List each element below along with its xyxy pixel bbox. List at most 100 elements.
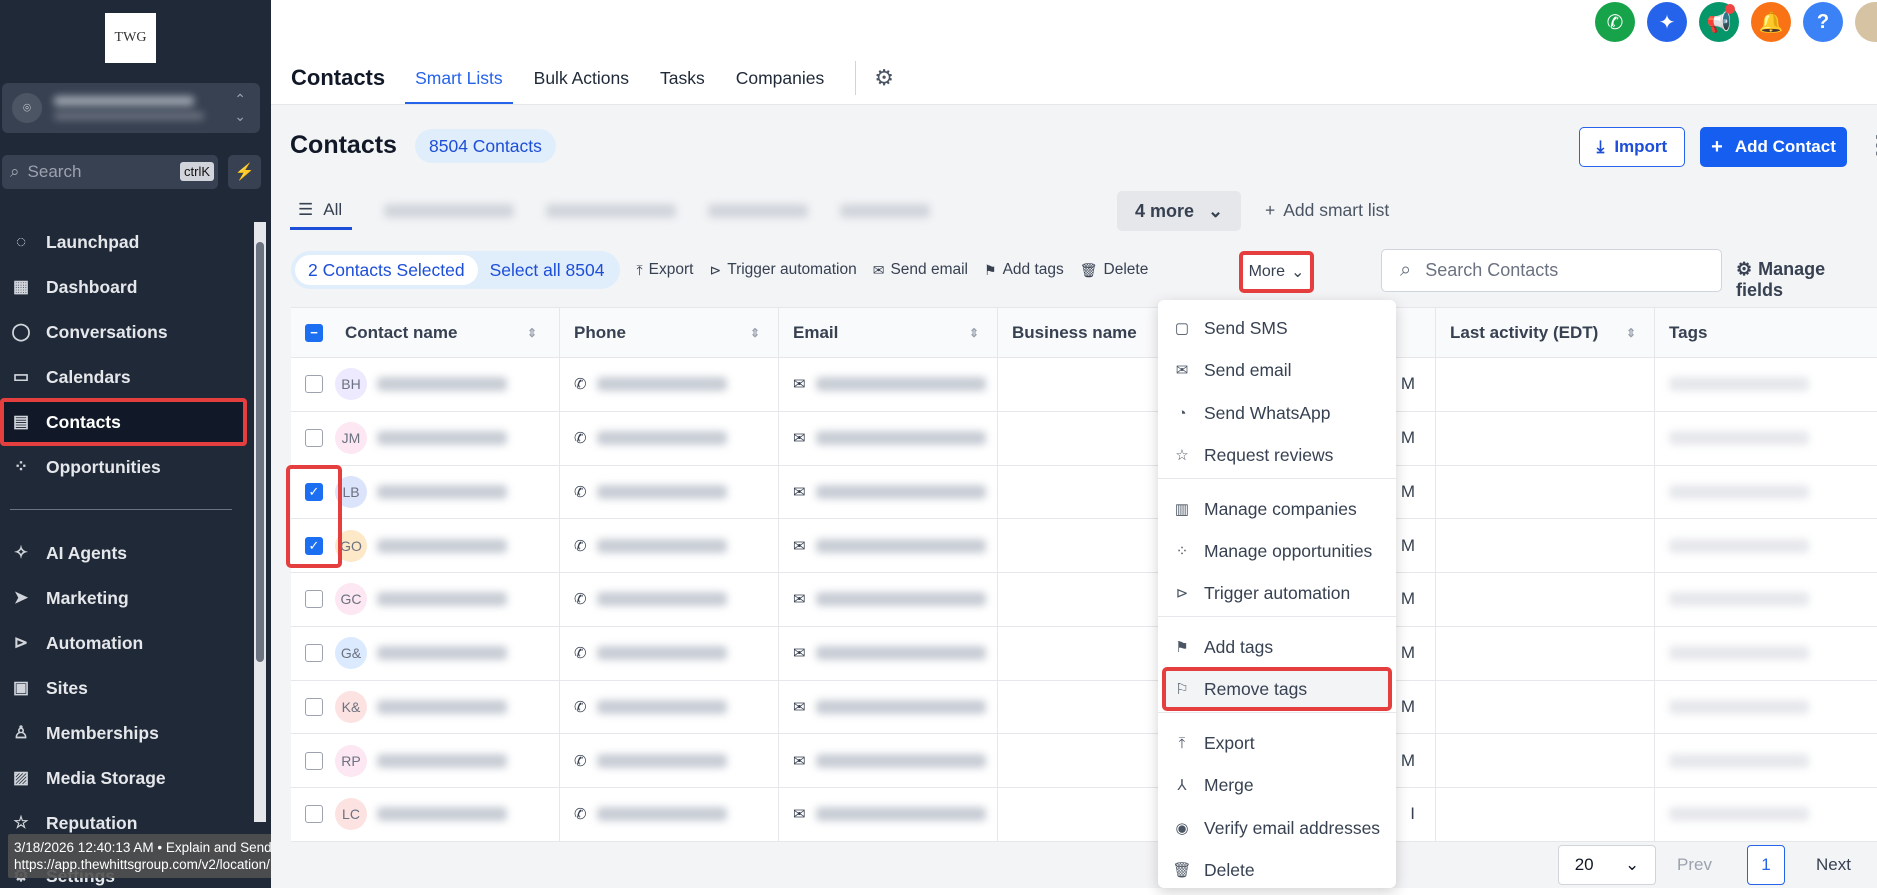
manage-fields-button[interactable]: ⚙ Manage fields — [1736, 259, 1877, 301]
sort-icon[interactable]: ⇕ — [750, 326, 760, 340]
contact-name-cell[interactable]: G& — [291, 626, 560, 680]
smart-list-tab[interactable] — [546, 204, 677, 218]
email-cell[interactable]: ✉ — [779, 626, 998, 680]
phone-cell[interactable]: ✆ — [560, 519, 779, 572]
contact-name[interactable] — [377, 807, 507, 822]
email-cell[interactable]: ✉ — [779, 358, 998, 411]
contact-name[interactable] — [377, 538, 507, 553]
add-smart-list-button[interactable]: + Add smart list — [1265, 200, 1389, 221]
sidebar-scrollbar[interactable] — [254, 222, 266, 822]
contact-name[interactable] — [377, 699, 507, 714]
row-checkbox[interactable] — [305, 751, 323, 770]
menu-item-remove-tags[interactable]: ⚐ Remove tags — [1162, 667, 1392, 711]
tab-tasks[interactable]: Tasks — [660, 68, 705, 89]
table-row[interactable]: JM ✆ ✉ M — [291, 411, 1877, 466]
tab-companies[interactable]: Companies — [736, 68, 825, 89]
sidebar-item-marketing[interactable]: ➤ Marketing — [10, 579, 129, 617]
column-phone[interactable]: Phone ⇕ — [560, 308, 779, 357]
sidebar-item-launchpad[interactable]: ◌ Launchpad — [10, 223, 139, 261]
contact-name-cell[interactable]: BH — [291, 358, 560, 411]
more-options-icon[interactable]: ⋮ — [1866, 131, 1877, 160]
megaphone-icon[interactable]: 📢 — [1699, 2, 1739, 42]
sidebar-item-automation[interactable]: ⊳ Automation — [10, 624, 143, 662]
sidebar-item-calendars[interactable]: ▭ Calendars — [10, 358, 131, 396]
phone-cell[interactable]: ✆ — [560, 788, 779, 841]
sort-icon[interactable]: ⇕ — [969, 326, 979, 340]
contact-name[interactable] — [377, 592, 507, 607]
menu-item-add-tags[interactable]: ⚑ Add tags — [1158, 627, 1396, 667]
account-switcher[interactable]: ⌾ ⌃ ⌄ — [2, 83, 260, 133]
sidebar-item-contacts[interactable]: ▤ Contacts — [0, 398, 247, 446]
contact-name-cell[interactable]: RP — [291, 734, 560, 787]
contact-name[interactable] — [377, 431, 507, 446]
menu-item-verify-email-addresses[interactable]: ◉ Verify email addresses — [1158, 808, 1396, 848]
smart-list-tab[interactable] — [708, 204, 809, 218]
row-checkbox[interactable] — [305, 805, 323, 824]
sidebar-item-sites[interactable]: ▣ Sites — [10, 669, 88, 707]
contact-name[interactable] — [377, 377, 507, 392]
email-cell[interactable]: ✉ — [779, 680, 998, 734]
column-last-activity[interactable]: Last activity (EDT) ⇕ — [1436, 308, 1655, 357]
menu-item-manage-companies[interactable]: ▥ Manage companies — [1158, 489, 1396, 529]
phone-cell[interactable]: ✆ — [560, 734, 779, 787]
search-contacts-input[interactable]: ⌕ Search Contacts — [1381, 249, 1722, 292]
send-email-button[interactable]: ✉ Send email — [873, 261, 968, 279]
menu-item-request-reviews[interactable]: ☆ Request reviews — [1158, 435, 1396, 475]
email-cell[interactable]: ✉ — [779, 465, 998, 519]
contact-name-cell[interactable]: JM — [291, 411, 560, 465]
delete-button[interactable]: 🗑 Delete — [1080, 261, 1149, 279]
email-cell[interactable]: ✉ — [779, 734, 998, 787]
contact-name-cell[interactable]: GC — [291, 573, 560, 626]
table-row[interactable]: LC ✆ ✉ I — [291, 788, 1877, 842]
email-cell[interactable]: ✉ — [779, 788, 998, 841]
smart-list-all[interactable]: ☰ All — [290, 192, 353, 230]
sidebar-item-conversations[interactable]: ◯ Conversations — [10, 313, 167, 351]
row-checkbox[interactable] — [305, 697, 323, 716]
table-row[interactable]: G& ✆ ✉ M — [291, 626, 1877, 681]
contact-name-cell[interactable]: LC — [291, 788, 560, 841]
email-cell[interactable]: ✉ — [779, 573, 998, 626]
contact-name[interactable] — [377, 646, 507, 661]
contact-name-cell[interactable]: K& — [291, 680, 560, 734]
row-checkbox[interactable] — [305, 375, 323, 394]
more-smart-lists-button[interactable]: 4 more ⌄ — [1117, 191, 1241, 231]
table-row[interactable]: ✓ GO ✆ ✉ M — [291, 519, 1877, 573]
sidebar-search[interactable]: ⌕ Search ctrlK — [2, 155, 218, 189]
trigger-automation-button[interactable]: ⊳ Trigger automation — [709, 261, 856, 279]
next-page-button[interactable]: Next — [1790, 845, 1877, 885]
selected-count[interactable]: 2 Contacts Selected — [295, 255, 478, 285]
add-tags-button[interactable]: ⚑ Add tags — [984, 261, 1064, 279]
email-cell[interactable]: ✉ — [779, 411, 998, 465]
email-cell[interactable]: ✉ — [779, 519, 998, 572]
table-row[interactable]: ✓ LB ✆ ✉ M — [291, 465, 1877, 520]
prev-page-button[interactable]: Prev — [1650, 845, 1739, 885]
column-email[interactable]: Email ⇕ — [779, 308, 998, 357]
menu-item-send-sms[interactable]: ▢ Send SMS — [1158, 308, 1396, 348]
phone-cell[interactable]: ✆ — [560, 465, 779, 519]
select-all-button[interactable]: Select all 8504 — [478, 260, 617, 281]
sidebar-item-opportunities[interactable]: ⁘ Opportunities — [10, 448, 161, 486]
table-row[interactable]: GC ✆ ✉ M — [291, 573, 1877, 627]
phone-cell[interactable]: ✆ — [560, 680, 779, 734]
menu-item-delete[interactable]: 🗑 Delete — [1158, 850, 1396, 890]
row-checkbox[interactable] — [305, 644, 323, 663]
contact-name[interactable] — [377, 753, 507, 768]
menu-item-send-whatsapp[interactable]: ◔ Send WhatsApp — [1158, 393, 1396, 433]
menu-item-export[interactable]: ⤒ Export — [1158, 723, 1396, 763]
company-logo[interactable]: TWG — [105, 13, 156, 63]
page-1-button[interactable]: 1 — [1747, 845, 1785, 885]
add-contact-button[interactable]: + Add Contact — [1700, 127, 1847, 167]
tab-smart-lists[interactable]: Smart Lists — [405, 68, 513, 105]
scrollbar-thumb[interactable] — [256, 242, 264, 662]
menu-item-manage-opportunities[interactable]: ⁘ Manage opportunities — [1158, 531, 1396, 571]
contact-name[interactable] — [377, 484, 507, 499]
menu-item-send-email[interactable]: ✉ Send email — [1158, 350, 1396, 390]
phone-cell[interactable]: ✆ — [560, 358, 779, 411]
help-icon[interactable]: ? — [1803, 2, 1843, 42]
row-checkbox[interactable] — [305, 429, 323, 448]
sidebar-item-memberships[interactable]: ♙ Memberships — [10, 714, 158, 752]
phone-cell[interactable]: ✆ — [560, 411, 779, 465]
row-checkbox[interactable] — [305, 590, 323, 609]
sort-icon[interactable]: ⇕ — [527, 326, 537, 340]
sidebar-item-dashboard[interactable]: ▦ Dashboard — [10, 268, 137, 306]
